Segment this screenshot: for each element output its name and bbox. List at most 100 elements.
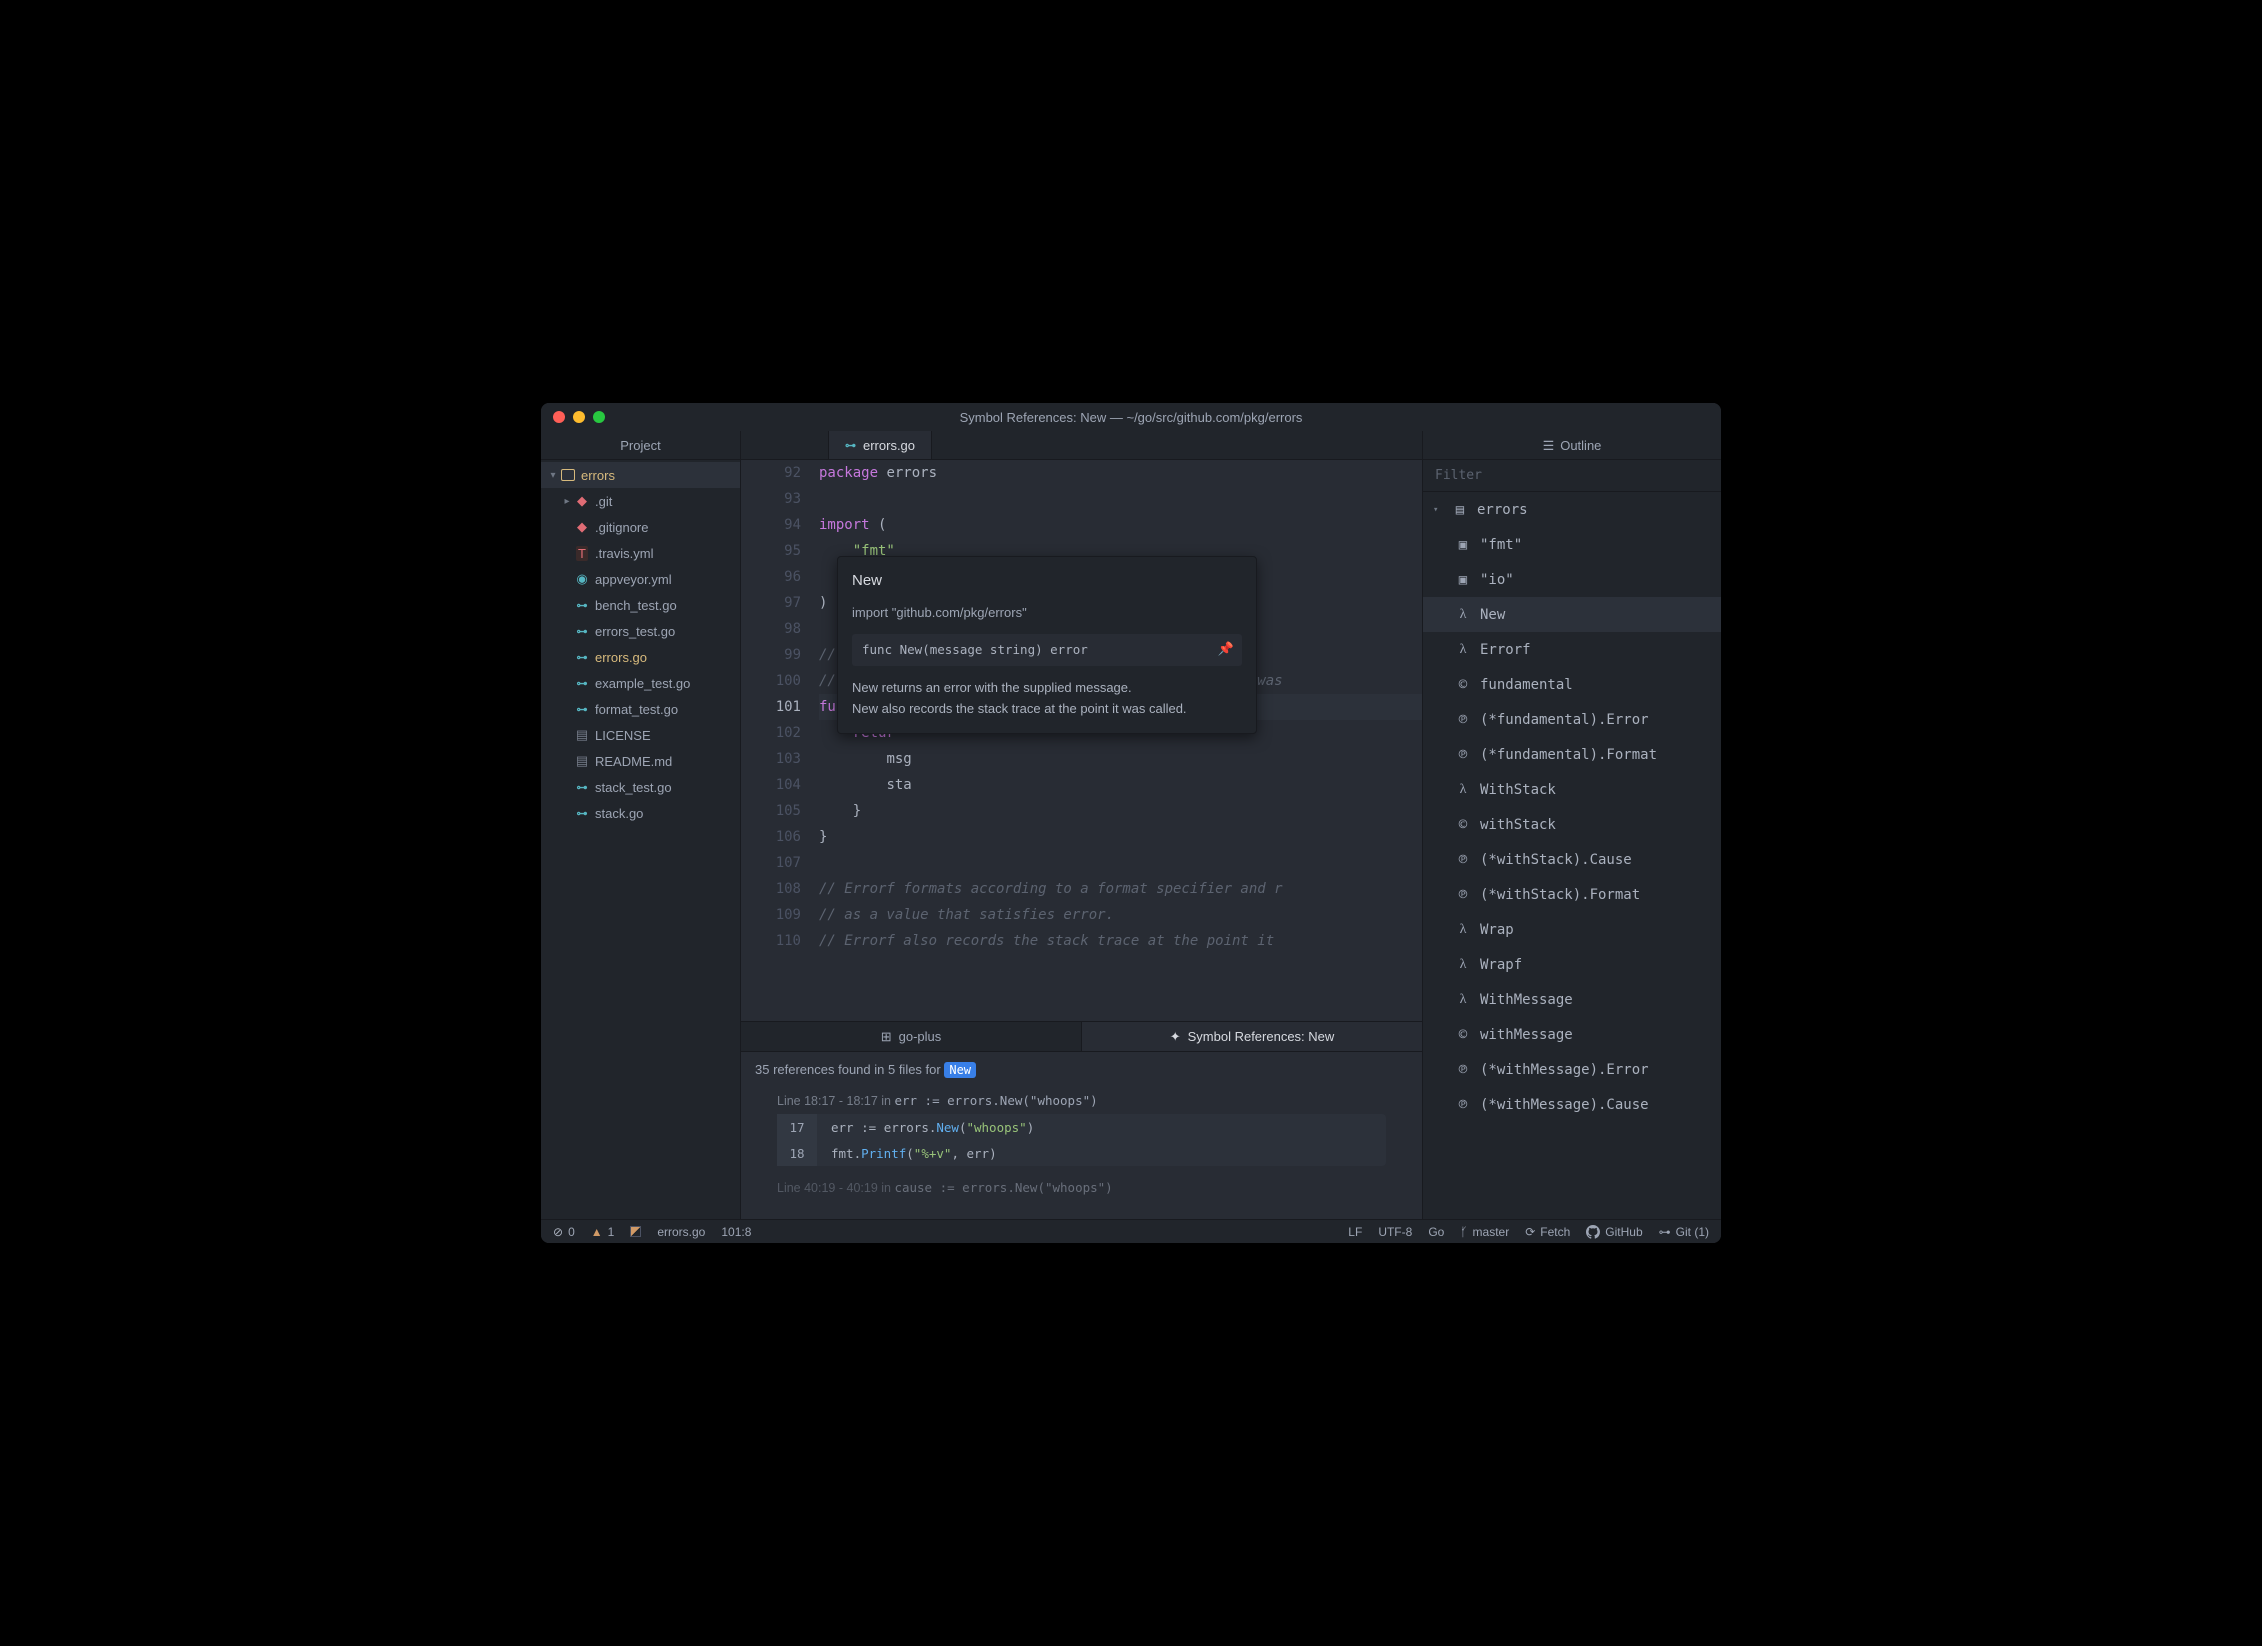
tree-item-example-test-go[interactable]: ⊶example_test.go [541,670,740,696]
status-git[interactable]: ⊶Git (1) [1659,1225,1709,1239]
outline-item[interactable]: λWithMessage [1423,982,1721,1017]
symbol-kind-icon: λ [1455,957,1471,973]
editor-tabs: ⊶ errors.go [741,431,1422,460]
status-language[interactable]: Go [1428,1225,1444,1239]
zoom-window-button[interactable] [593,411,605,423]
chevron-down-icon: ▾ [1433,505,1443,515]
tab-spacer [741,431,829,459]
status-errors[interactable]: ⊘0 [553,1225,575,1239]
hover-tooltip: New import "github.com/pkg/errors" func … [837,556,1257,734]
outline-item[interactable]: λErrorf [1423,632,1721,667]
tree-item-README-md[interactable]: ▤README.md [541,748,740,774]
outline-item[interactable]: λWrap [1423,912,1721,947]
tree-item-label: example_test.go [595,676,690,691]
outline-item-label: (*withStack).Cause [1480,852,1632,868]
go-file-icon: ⊶ [845,439,856,452]
tab-errors-go[interactable]: ⊶ errors.go [829,431,932,459]
outline-item[interactable]: ▣"fmt" [1423,527,1721,562]
status-encoding[interactable]: UTF-8 [1378,1225,1412,1239]
tree-item-errors-test-go[interactable]: ⊶errors_test.go [541,618,740,644]
symbol-kind-icon [1455,1027,1471,1043]
window-title: Symbol References: New — ~/go/src/github… [541,410,1721,425]
symbol-badge: New [944,1062,976,1078]
outline-item[interactable]: ℗(*withMessage).Error [1423,1052,1721,1087]
tree-item-LICENSE[interactable]: ▤LICENSE [541,722,740,748]
tree-item-stack-test-go[interactable]: ⊶stack_test.go [541,774,740,800]
outline-item-label: Wrap [1480,922,1514,938]
main-area: Project ▾ errors ▸◆.git◆.gitignoreT.trav… [541,431,1721,1219]
tree-item-label: format_test.go [595,702,678,717]
app-window: Symbol References: New — ~/go/src/github… [541,403,1721,1243]
outline-item[interactable]: withStack [1423,807,1721,842]
code-editor[interactable]: 9293949596979899100101102103104105106107… [741,460,1422,1021]
outline-item-label: (*fundamental).Format [1480,747,1657,763]
symbol-kind-icon: λ [1455,607,1471,623]
outline-item[interactable]: fundamental [1423,667,1721,702]
tree-item-label: .gitignore [595,520,648,535]
outline-item-label: (*fundamental).Error [1480,712,1649,728]
outline-panel: ☰ Outline ▾ ▤ errors ▣"fmt"▣"io"λNewλErr… [1423,431,1721,1219]
tree-item--travis-yml[interactable]: T.travis.yml [541,540,740,566]
status-branch[interactable]: ᚶmaster [1460,1225,1509,1239]
outline-item[interactable]: ▣"io" [1423,562,1721,597]
panel-tab-go-plus[interactable]: ⊞ go-plus [741,1022,1082,1051]
project-sidebar: Project ▾ errors ▸◆.git◆.gitignoreT.trav… [541,431,741,1219]
outline-root[interactable]: ▾ ▤ errors [1423,492,1721,527]
status-fetch[interactable]: ⟳Fetch [1525,1225,1570,1239]
pin-icon[interactable]: 📌 [1218,640,1234,661]
symbol-kind-icon: λ [1455,642,1471,658]
reference-item[interactable]: Line 18:17 - 18:17 in err := errors.New(… [777,1087,1386,1166]
tree-item-format-test-go[interactable]: ⊶ format_test.go [541,696,740,722]
outline-item-label: WithMessage [1480,992,1573,1008]
file-icon: ⊶ [573,703,591,716]
status-file[interactable]: errors.go [657,1225,705,1239]
tree-root-errors[interactable]: ▾ errors [541,462,740,488]
status-github[interactable]: GitHub [1586,1225,1642,1239]
hover-import: import "github.com/pkg/errors" [852,603,1242,624]
outline-item[interactable]: λWithStack [1423,772,1721,807]
tree-item-errors-go[interactable]: ⊶errors.go [541,644,740,670]
status-eol[interactable]: LF [1348,1225,1362,1239]
file-icon: ⊶ [573,625,591,638]
minimize-window-button[interactable] [573,411,585,423]
outline-item[interactable]: ℗(*fundamental).Format [1423,737,1721,772]
outline-item[interactable]: ℗(*withStack).Format [1423,877,1721,912]
branch-icon: ᚶ [1460,1225,1467,1239]
file-icon: ⊶ [573,807,591,820]
outline-item-label: Wrapf [1480,957,1522,973]
outline-item[interactable]: λNew [1423,597,1721,632]
outline-item-label: withStack [1480,817,1556,833]
file-icon: ◆ [573,519,591,535]
tree-item-bench-test-go[interactable]: ⊶bench_test.go [541,592,740,618]
symbol-kind-icon [1455,677,1471,693]
outline-item[interactable]: withMessage [1423,1017,1721,1052]
tree-item--git[interactable]: ▸◆.git [541,488,740,514]
outline-item[interactable]: ℗(*fundamental).Error [1423,702,1721,737]
panel-tab-symbol-references[interactable]: ✦ Symbol References: New [1082,1022,1422,1051]
status-cursor-pos[interactable]: 101:8 [721,1225,751,1239]
tree-item-label: bench_test.go [595,598,677,613]
status-diff[interactable] [630,1226,641,1237]
symbol-kind-icon: ℗ [1455,1097,1471,1113]
outline-item[interactable]: ℗(*withStack).Cause [1423,842,1721,877]
tree-item-label: errors.go [595,650,647,665]
file-icon: ◉ [573,571,591,587]
tree-item-appveyor-yml[interactable]: ◉ appveyor.yml [541,566,740,592]
reference-header: Line 18:17 - 18:17 in err := errors.New(… [777,1087,1386,1114]
tree-item--gitignore[interactable]: ◆ .gitignore [541,514,740,540]
tree-item-label: appveyor.yml [595,572,672,587]
outline-item[interactable]: λ Wrapf [1423,947,1721,982]
file-icon: T [573,546,591,561]
outline-item[interactable]: ℗(*withMessage).Cause [1423,1087,1721,1122]
tree-item-stack-go[interactable]: ⊶stack.go [541,800,740,826]
references-summary: 35 references found in 5 files for New [741,1052,1422,1087]
close-window-button[interactable] [553,411,565,423]
status-warnings[interactable]: ▲1 [591,1225,615,1239]
reference-header: Line 40:19 - 40:19 in cause := errors.Ne… [777,1174,1386,1201]
outline-filter-input[interactable] [1423,460,1721,492]
tree-item-label: README.md [595,754,672,769]
reference-item[interactable]: Line 40:19 - 40:19 in cause := errors.Ne… [777,1174,1386,1201]
git-icon: ⊶ [1659,1225,1671,1239]
window-controls [541,411,605,423]
outline-list: ▾ ▤ errors ▣"fmt"▣"io"λNewλErrorffundame… [1423,492,1721,1219]
